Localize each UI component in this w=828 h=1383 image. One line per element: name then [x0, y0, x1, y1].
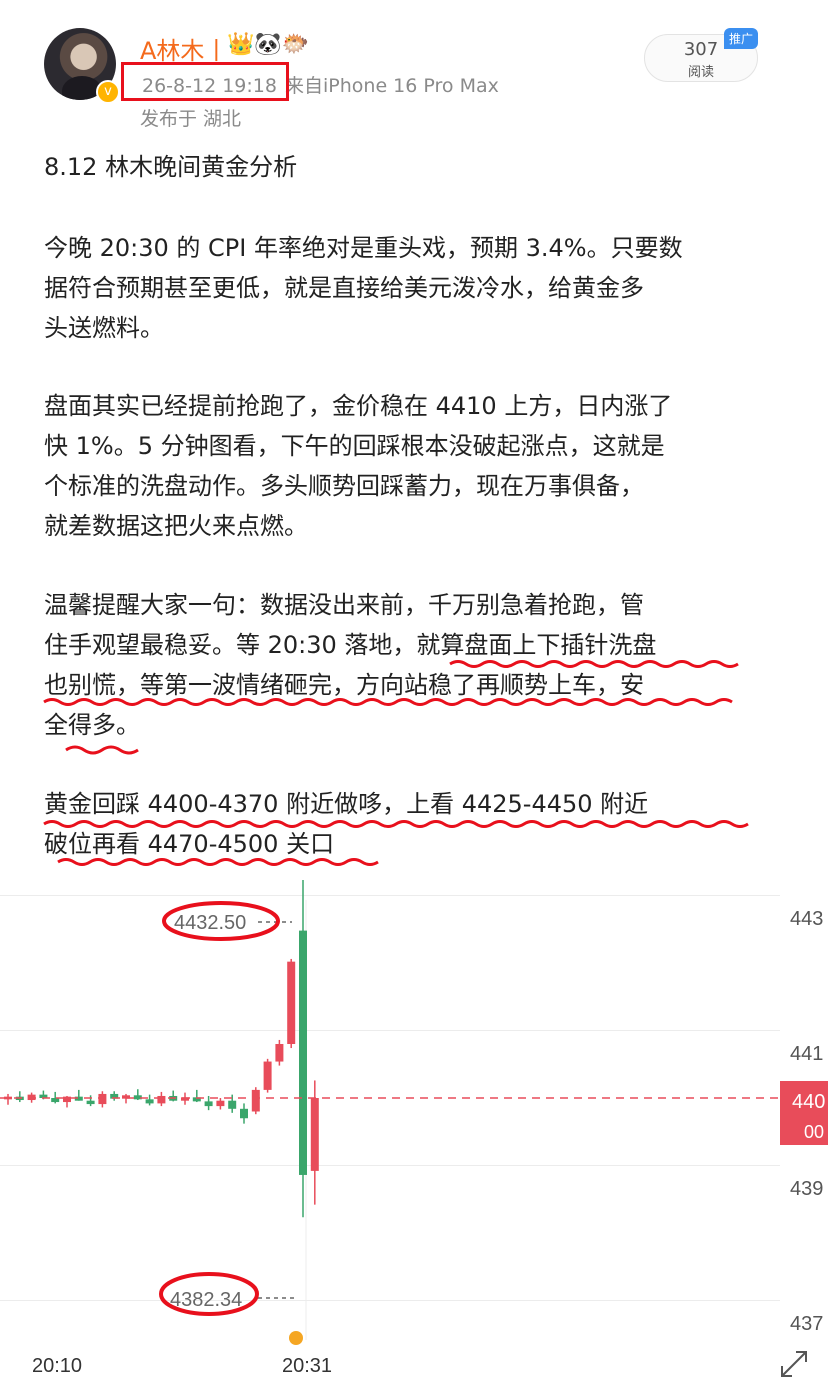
candle-body — [216, 1100, 225, 1107]
chart-grid — [0, 895, 780, 1340]
post-line: 住手观望最稳妥。等 20:30 落地，就算盘面上下插针洗盘 — [44, 631, 657, 659]
candle-body — [145, 1099, 154, 1104]
low-price-label: 4382.34 — [170, 1289, 242, 1311]
expand-arrows-icon — [781, 1351, 807, 1377]
candle-body — [204, 1101, 213, 1107]
post-line: 黄金回踩 4400-4370 附近做哆，上看 4425-4450 附近 — [44, 790, 649, 818]
post-line: 也别慌，等第一波情绪砸完，方向站稳了再顺势上车，安 — [44, 671, 644, 699]
verified-badge-icon: v — [96, 80, 120, 104]
candlestick-chart[interactable]: 440 00 443 441 439 437 20:10 20:31 4432.… — [0, 880, 828, 1383]
candle-body — [310, 1098, 319, 1171]
post-line: 就差数据这把火来点燃。 — [44, 512, 308, 540]
post-line: 破位再看 4470-4500 关口 — [44, 830, 335, 858]
post-line: 温馨提醒大家一句：数据没出来前，千万别急着抢跑，管 — [44, 591, 644, 619]
candle-body — [157, 1095, 166, 1104]
y-axis-label: 441 — [790, 1043, 823, 1065]
post-line: 个标准的洗盘动作。多头顺势回踩蓄力，现在万事俱备， — [44, 472, 644, 500]
x-axis-label: 20:10 — [32, 1355, 82, 1377]
y-axis-label: 443 — [790, 908, 823, 930]
high-price-label: 4432.50 — [174, 912, 246, 934]
post-line: 全得多。 — [44, 711, 140, 739]
post-line: 盘面其实已经提前抢跑了，金价稳在 4410 上方，日内涨了 — [44, 392, 673, 420]
candle-body — [86, 1100, 95, 1105]
user-badges-icon: 👑🐼🐡 — [227, 32, 310, 57]
candle-body — [275, 1044, 284, 1062]
y-axis-label: 437 — [790, 1313, 823, 1335]
post-line: 头送燃料。 — [44, 314, 164, 342]
post-location: 发布于 湖北 — [140, 108, 242, 130]
current-price-label: 440 — [792, 1091, 825, 1113]
post-line: 今晚 20:30 的 CPI 年率绝对是重头戏，预期 3.4%。只要数 — [44, 234, 683, 262]
candle-body — [228, 1100, 237, 1109]
candle-body — [287, 961, 296, 1044]
promo-tag[interactable]: 推广 — [724, 28, 759, 49]
candle-body — [263, 1061, 272, 1090]
candle-body — [251, 1089, 260, 1112]
current-price-sub: 00 — [804, 1122, 824, 1142]
post-source: 来自iPhone 16 Pro Max — [278, 75, 499, 97]
wavy-underline — [65, 745, 139, 755]
username[interactable]: A林木丨 — [140, 31, 228, 66]
read-label: 阅读 — [687, 65, 714, 80]
time-highlight-box — [121, 62, 289, 101]
event-marker-icon — [289, 1331, 303, 1345]
candle-body — [98, 1093, 107, 1105]
post-line: 快 1%。5 分钟图看，下午的回踩根本没破起涨点，这就是 — [44, 432, 665, 460]
candle-body — [63, 1096, 71, 1103]
y-axis-label: 439 — [790, 1178, 823, 1200]
post-line: 据符合预期甚至更低，就是直接给美元泼冷水，给黄金多 — [44, 274, 644, 302]
post-title: 8.12 林木晚间黄金分析 — [44, 153, 298, 181]
candle-body — [240, 1108, 248, 1119]
candle-body — [299, 930, 307, 1175]
x-axis-label: 20:31 — [282, 1355, 332, 1377]
